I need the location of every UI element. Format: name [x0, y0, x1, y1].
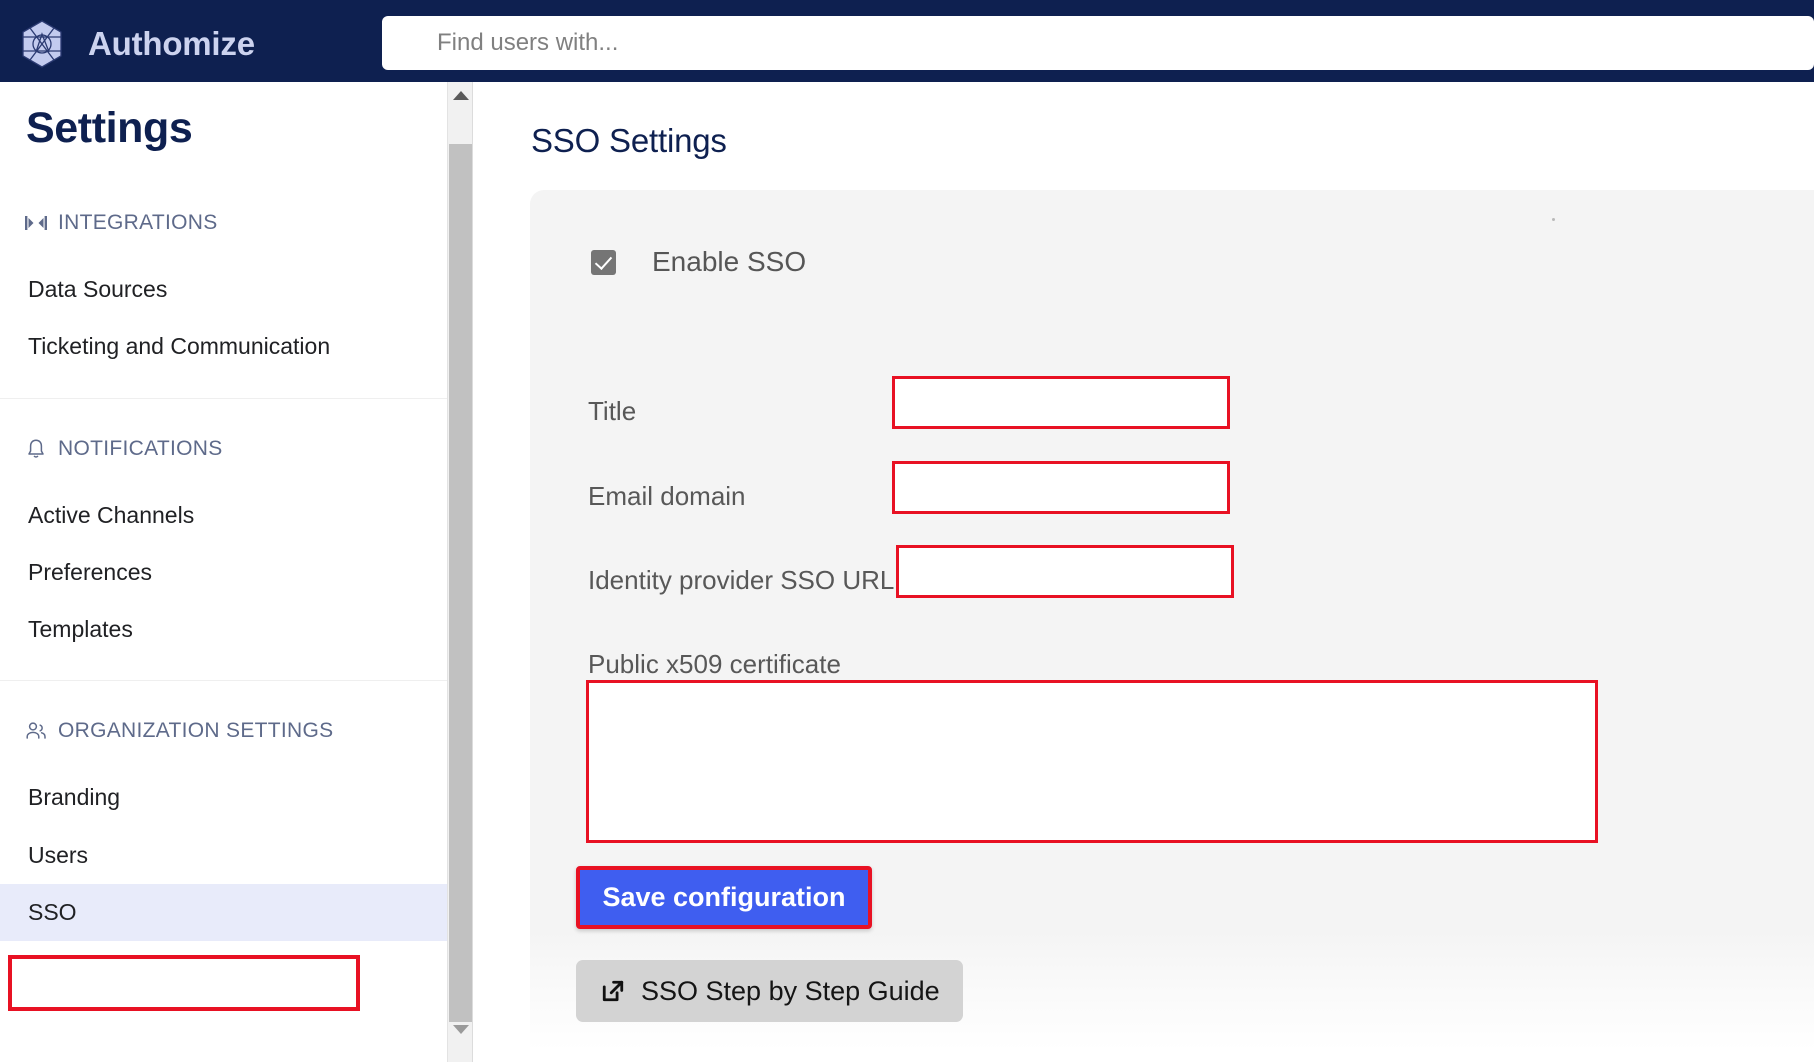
- sidebar-item-users[interactable]: Users: [0, 827, 447, 884]
- sidebar-item-ticketing-and-communication[interactable]: Ticketing and Communication: [0, 318, 447, 375]
- brand-area[interactable]: Authomize: [0, 5, 255, 82]
- authomize-hexagon-logo-icon: [16, 18, 68, 70]
- sidebar-section-notifications: NOTIFICATIONS Active Channels Preference…: [0, 399, 447, 682]
- sidebar-item-sso[interactable]: SSO: [0, 884, 447, 942]
- sidebar-section-label: INTEGRATIONS: [58, 211, 218, 234]
- settings-sidebar: Settings INTEGRATIONS Data Sources Ticke…: [0, 82, 448, 1062]
- sidebar-item-templates[interactable]: Templates: [0, 601, 447, 658]
- global-search-container: [382, 16, 1814, 70]
- scrollbar-caret-down-icon[interactable]: [448, 1018, 473, 1040]
- save-configuration-button[interactable]: Save configuration: [576, 866, 872, 929]
- sidebar-section-label: NOTIFICATIONS: [58, 436, 223, 460]
- sidebar-section-label: ORGANIZATION SETTINGS: [58, 719, 334, 743]
- identity-provider-sso-url-input[interactable]: [896, 545, 1234, 598]
- users-group-icon: [24, 719, 48, 743]
- sso-settings-form: Enable SSO Title Email domain Identity p…: [530, 190, 1814, 1022]
- title-input[interactable]: [892, 376, 1230, 429]
- scrollbar-caret-up-icon[interactable]: [448, 84, 473, 106]
- app-root: Authomize Settings: [0, 0, 1814, 1062]
- enable-sso-checkbox[interactable]: [591, 249, 616, 275]
- sso-step-by-step-guide-button[interactable]: SSO Step by Step Guide: [576, 960, 963, 1022]
- search-input[interactable]: [382, 16, 1814, 70]
- sso-step-by-step-guide-label: SSO Step by Step Guide: [641, 975, 940, 1006]
- email-domain-label: Email domain: [588, 481, 746, 511]
- sidebar-item-branding[interactable]: Branding: [0, 769, 447, 826]
- enable-sso-label: Enable SSO: [652, 246, 807, 277]
- scrollbar-thumb[interactable]: [449, 144, 472, 1022]
- public-x509-certificate-textarea[interactable]: [586, 680, 1598, 843]
- title-label: Title: [588, 396, 637, 426]
- sso-settings-card: Enable SSO Title Email domain Identity p…: [530, 190, 1814, 1050]
- brand-name: Authomize: [88, 24, 255, 62]
- top-navigation-bar: Authomize: [0, 5, 1814, 82]
- public-x509-certificate-label: Public x509 certificate: [588, 649, 841, 679]
- identity-provider-sso-url-label: Identity provider SSO URL: [588, 565, 895, 595]
- main-content: SSO Settings Enable SSO Title Email doma…: [474, 82, 1814, 1062]
- email-domain-input[interactable]: [892, 461, 1230, 514]
- sidebar-section-organization-settings: ORGANIZATION SETTINGS Branding Users SSO: [0, 681, 447, 963]
- sidebar-section-header-integrations: INTEGRATIONS: [0, 211, 447, 235]
- sidebar-section-header-notifications: NOTIFICATIONS: [0, 437, 447, 461]
- sidebar-section-header-organization-settings: ORGANIZATION SETTINGS: [0, 719, 447, 743]
- sidebar-scrollbar[interactable]: [448, 82, 473, 1062]
- page-title: SSO Settings: [531, 122, 727, 159]
- integrations-connector-icon: [24, 211, 48, 235]
- bell-icon: [24, 437, 48, 461]
- sidebar-item-active-channels[interactable]: Active Channels: [0, 487, 447, 544]
- sidebar-item-preferences[interactable]: Preferences: [0, 544, 447, 601]
- sidebar-item-data-sources[interactable]: Data Sources: [0, 261, 447, 318]
- external-link-icon: [599, 977, 627, 1005]
- sidebar-section-integrations: INTEGRATIONS Data Sources Ticketing and …: [0, 153, 447, 399]
- sidebar-title: Settings: [26, 104, 193, 152]
- enable-sso-row: Enable SSO: [530, 244, 1814, 280]
